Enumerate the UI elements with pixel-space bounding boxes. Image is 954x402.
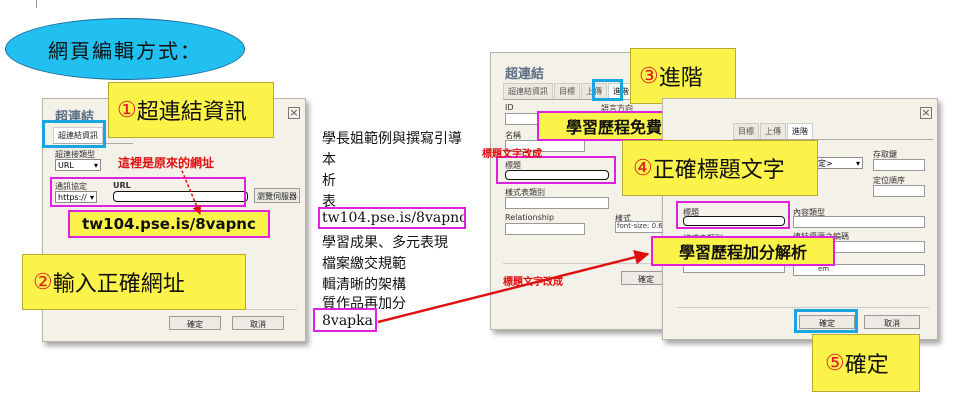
tab-highlight <box>42 120 106 148</box>
step-1-number: ① <box>117 97 137 123</box>
step-3-text: 進階 <box>658 66 703 91</box>
title-field-highlight <box>676 201 790 229</box>
stylesheet-field[interactable] <box>505 197 609 209</box>
dialog-footer <box>677 307 929 308</box>
step-2-number: ② <box>33 269 53 295</box>
step-4-text: 正確標題文字 <box>652 158 785 183</box>
step-5-text: 確定 <box>844 353 889 378</box>
relationship-field[interactable] <box>505 223 585 235</box>
doc-line: 學長姐範例與撰寫引導 <box>322 131 462 147</box>
step-5-number: ⑤ <box>825 350 845 376</box>
dialog-tabs: 目標 上傳 進階 <box>733 123 933 140</box>
tab-order-field[interactable] <box>873 185 925 197</box>
oval-text: 網頁編輯方式： <box>48 38 202 63</box>
close-icon[interactable]: × <box>288 107 300 119</box>
content-type-field[interactable] <box>793 216 925 228</box>
step-4-number: ④ <box>633 155 653 181</box>
title-change-note: 標題文字改成 <box>482 149 542 160</box>
doc-line: 檔案繳交規範 <box>322 256 406 272</box>
method-oval: 網頁編輯方式： <box>5 18 245 80</box>
callout-step-4: ④ 正確標題文字 <box>622 140 818 196</box>
link-type-value: URL <box>58 160 74 170</box>
advanced-tab-highlight <box>592 79 623 101</box>
original-url-note: 這裡是原來的網址 <box>118 156 215 170</box>
dialog-title: 超連結 <box>505 67 545 82</box>
browse-server-button[interactable]: 瀏覽伺服器 <box>254 188 300 203</box>
ok-button[interactable]: 確定 <box>169 316 221 330</box>
callout-step-2: ② 輸入正確網址 <box>22 254 246 310</box>
chevron-down-icon: ▾ <box>855 158 860 168</box>
access-key-field[interactable] <box>873 159 925 171</box>
corner-tick <box>36 0 37 8</box>
tab-advanced[interactable]: 進階 <box>787 123 813 139</box>
step-3-number: ③ <box>639 63 659 89</box>
ok-button-highlight <box>794 309 858 333</box>
title-change-note: 標題文字改成 <box>503 277 563 288</box>
tab-upload[interactable]: 上傳 <box>760 123 786 139</box>
doc-line: 輯清晰的架構 <box>322 277 406 293</box>
doc-line: 本 <box>322 152 336 168</box>
cancel-button[interactable]: 取消 <box>232 316 284 330</box>
relationship-label: Relationship <box>505 213 555 222</box>
direction-select[interactable]: 定> ▾ <box>815 157 863 169</box>
callout-step-5: ⑤ 確定 <box>812 334 920 392</box>
title-text-2: 學習歷程加分解析 <box>678 243 807 262</box>
step-1-text: 超連結資訊 <box>136 100 247 125</box>
link-type-select[interactable]: URL ▾ <box>55 159 101 171</box>
doc-line: 學習成果、多元表現 <box>322 235 448 251</box>
doc-line: 析 <box>322 173 336 189</box>
id-label: ID <box>505 103 514 112</box>
new-url-box: tw104.pse.is/8vapnc <box>68 210 270 238</box>
tab-link-info[interactable]: 超連結資訊 <box>503 83 553 99</box>
title-text-box: 學習歷程加分解析 <box>651 236 835 266</box>
callout-step-3: ③ 進階 <box>630 48 736 104</box>
chevron-down-icon: ▾ <box>93 160 98 170</box>
doc-link-highlight <box>318 207 466 229</box>
close-icon[interactable]: × <box>920 107 932 119</box>
url-row-highlight <box>50 177 246 207</box>
tab-target[interactable]: 目標 <box>554 83 580 99</box>
title-field-highlight <box>496 156 616 184</box>
callout-step-1: ① 超連結資訊 <box>108 82 274 138</box>
cancel-button[interactable]: 取消 <box>864 315 920 329</box>
tab-target[interactable]: 目標 <box>733 123 759 139</box>
direction-value: 定> <box>818 158 833 168</box>
dialog-footer <box>503 263 673 264</box>
step-2-text: 輸入正確網址 <box>52 272 185 297</box>
new-url-text: tw104.pse.is/8vapnc <box>82 215 256 233</box>
doc-link-highlight <box>313 308 377 332</box>
document-text: 學長姐範例與撰寫引導 本 析 表 tw104.pse.is/8vapnc 學習成… <box>300 128 490 338</box>
